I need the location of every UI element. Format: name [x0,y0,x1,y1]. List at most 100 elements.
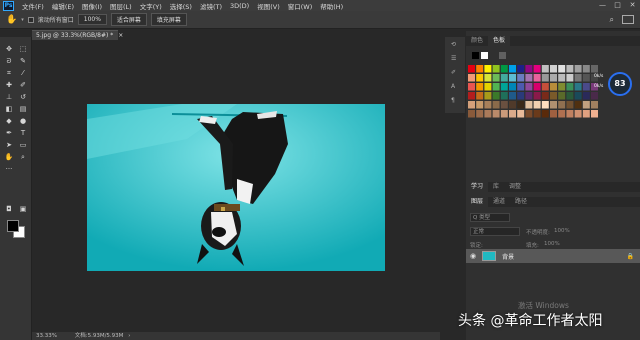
hand-tool-icon[interactable]: ✋ [6,15,17,25]
swatch[interactable] [582,83,590,91]
swatch[interactable] [558,110,566,118]
swatch[interactable] [582,65,590,73]
swatch[interactable] [509,92,516,100]
swatch[interactable] [541,92,549,100]
swatch[interactable] [468,110,475,118]
swatch[interactable] [517,74,525,82]
scroll-all-checkbox[interactable] [27,16,34,23]
swatch[interactable] [476,101,484,109]
opacity-value[interactable]: 100% [554,228,570,234]
swatch[interactable] [500,74,508,82]
gradient-tool-icon[interactable]: ▤ [17,105,29,114]
swatch[interactable] [558,74,566,82]
quick-select-tool-icon[interactable]: ✎ [17,57,29,66]
screen-mode-icon[interactable]: ▣ [17,205,29,214]
swatch[interactable] [591,65,598,73]
swatch[interactable] [484,74,492,82]
swatch[interactable] [525,65,533,73]
swatch[interactable] [566,110,574,118]
menu-window[interactable]: 窗口(W) [284,1,317,11]
swatch[interactable] [550,74,557,82]
shape-tool-icon[interactable]: ▭ [17,141,29,150]
swatch[interactable] [533,110,541,118]
swatch[interactable] [541,110,549,118]
swatch[interactable] [468,101,475,109]
menu-3d[interactable]: 3D(D) [226,2,253,10]
swatch[interactable] [472,52,479,59]
swatch[interactable] [525,83,533,91]
swatch[interactable] [591,101,598,109]
swatch[interactable] [476,83,484,91]
move-tool-icon[interactable]: ✥ [3,45,15,54]
swatch[interactable] [481,52,488,59]
zoom-tool-icon[interactable]: ⌕ [17,153,29,162]
swatch[interactable] [468,65,475,73]
maximize-button[interactable]: □ [610,0,625,11]
search-icon[interactable]: ⌕ [610,15,614,25]
tab-layers[interactable]: 图层 [466,197,489,207]
swatch[interactable] [541,74,549,82]
swatch[interactable] [582,101,590,109]
fill-value[interactable]: 100% [544,241,560,247]
network-speed-widget[interactable]: 83 [608,72,632,96]
swatch[interactable] [509,65,516,73]
swatch[interactable] [582,74,590,82]
menu-image[interactable]: 图像(I) [78,1,106,11]
more-tools-icon[interactable]: ··· [3,165,15,174]
zoom-100-button[interactable]: 100% [77,14,107,25]
swatch[interactable] [541,101,549,109]
swatch[interactable] [500,92,508,100]
tab-paths[interactable]: 路径 [510,197,532,207]
status-arrow-icon[interactable]: › [128,333,130,339]
minimize-button[interactable]: — [595,0,610,11]
swatch[interactable] [517,92,525,100]
marquee-tool-icon[interactable]: ⬚ [17,45,29,54]
menu-help[interactable]: 帮助(H) [316,1,347,11]
swatch[interactable] [582,92,590,100]
swatch[interactable] [541,65,549,73]
swatch[interactable] [476,92,484,100]
menu-file[interactable]: 文件(F) [18,1,48,11]
swatch[interactable] [468,92,475,100]
swatch[interactable] [558,83,566,91]
fit-screen-button[interactable]: 适合屏幕 [110,13,147,26]
swatch[interactable] [574,83,582,91]
paragraph-panel-icon[interactable]: ¶ [451,97,455,104]
swatch[interactable] [591,110,598,118]
swatch[interactable] [566,92,574,100]
swatch[interactable] [558,65,566,73]
history-panel-icon[interactable]: ⟲ [451,41,456,48]
swatch[interactable] [492,65,500,73]
blur-tool-icon[interactable]: ◆ [3,117,15,126]
swatch[interactable] [574,92,582,100]
swatch[interactable] [500,65,508,73]
swatch[interactable] [476,74,484,82]
swatch[interactable] [574,74,582,82]
layer-kind-filter[interactable]: Q 类型 [470,213,510,222]
document-close-icon[interactable]: × [118,32,123,39]
swatch[interactable] [541,83,549,91]
swatch[interactable] [550,101,557,109]
swatch[interactable] [517,65,525,73]
swatch[interactable] [484,92,492,100]
crop-tool-icon[interactable]: ⌗ [3,69,15,78]
swatch[interactable] [533,74,541,82]
close-button[interactable]: ✕ [625,0,640,11]
document-tab[interactable]: 5.jpg @ 33.3%(RGB/8#) * × [32,30,123,40]
swatch[interactable] [500,101,508,109]
healing-tool-icon[interactable]: ✚ [3,81,15,90]
swatch[interactable] [490,52,497,59]
properties-panel-icon[interactable]: ☰ [451,55,456,62]
swatch[interactable] [484,83,492,91]
swatches-grid[interactable] [466,48,640,148]
swatch[interactable] [509,110,516,118]
swatch[interactable] [517,110,525,118]
eyedropper-tool-icon[interactable]: ⁄ [17,69,29,78]
workspace-icon[interactable] [622,15,634,24]
tab-channels[interactable]: 通道 [488,197,510,207]
swatch[interactable] [484,65,492,73]
eraser-tool-icon[interactable]: ◧ [3,105,15,114]
tab-libraries[interactable]: 库 [488,182,504,192]
type-tool-icon[interactable]: T [17,129,29,138]
swatch[interactable] [468,83,475,91]
